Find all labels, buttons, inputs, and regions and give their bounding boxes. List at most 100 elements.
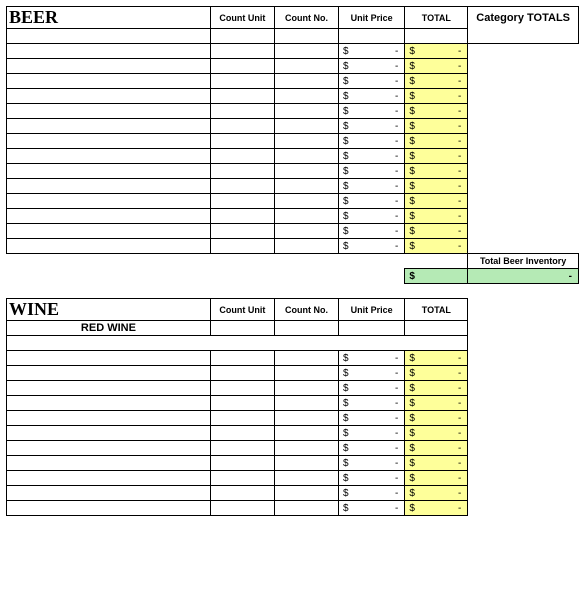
item-name-cell[interactable] — [7, 104, 211, 119]
count-no-cell[interactable] — [274, 396, 338, 411]
item-name-cell[interactable] — [7, 149, 211, 164]
item-name-cell[interactable] — [7, 411, 211, 426]
item-name-cell[interactable] — [7, 501, 211, 516]
unit-price-cell[interactable]: $- — [338, 59, 404, 74]
count-unit-cell[interactable] — [210, 396, 274, 411]
item-name-cell[interactable] — [7, 179, 211, 194]
count-no-cell[interactable] — [274, 471, 338, 486]
count-unit-cell[interactable] — [210, 381, 274, 396]
count-unit-cell[interactable] — [210, 134, 274, 149]
unit-price-cell[interactable]: $- — [338, 164, 404, 179]
item-name-cell[interactable] — [7, 426, 211, 441]
count-no-cell[interactable] — [274, 486, 338, 501]
count-no-cell[interactable] — [274, 426, 338, 441]
unit-price-cell[interactable]: $- — [338, 381, 404, 396]
item-name-cell[interactable] — [7, 209, 211, 224]
unit-price-cell[interactable]: $- — [338, 366, 404, 381]
count-unit-cell[interactable] — [210, 119, 274, 134]
count-unit-cell[interactable] — [210, 441, 274, 456]
count-unit-cell[interactable] — [210, 411, 274, 426]
unit-price-cell[interactable]: $- — [338, 486, 404, 501]
unit-price-cell[interactable]: $- — [338, 104, 404, 119]
unit-price-cell[interactable]: $- — [338, 471, 404, 486]
unit-price-cell[interactable]: $- — [338, 239, 404, 254]
count-no-cell[interactable] — [274, 74, 338, 89]
unit-price-cell[interactable]: $- — [338, 209, 404, 224]
unit-price-cell[interactable]: $- — [338, 134, 404, 149]
count-no-cell[interactable] — [274, 59, 338, 74]
item-name-cell[interactable] — [7, 164, 211, 179]
item-name-cell[interactable] — [7, 486, 211, 501]
count-no-cell[interactable] — [274, 104, 338, 119]
item-name-cell[interactable] — [7, 441, 211, 456]
count-no-cell[interactable] — [274, 381, 338, 396]
count-unit-cell[interactable] — [210, 179, 274, 194]
count-no-cell[interactable] — [274, 44, 338, 59]
count-unit-cell[interactable] — [210, 501, 274, 516]
unit-price-cell[interactable]: $- — [338, 456, 404, 471]
item-name-cell[interactable] — [7, 351, 211, 366]
count-unit-cell[interactable] — [210, 224, 274, 239]
count-no-cell[interactable] — [274, 239, 338, 254]
unit-price-cell[interactable]: $- — [338, 44, 404, 59]
unit-price-cell[interactable]: $- — [338, 89, 404, 104]
item-name-cell[interactable] — [7, 366, 211, 381]
count-no-cell[interactable] — [274, 134, 338, 149]
count-no-cell[interactable] — [274, 456, 338, 471]
count-unit-cell[interactable] — [210, 366, 274, 381]
count-no-cell[interactable] — [274, 149, 338, 164]
item-name-cell[interactable] — [7, 119, 211, 134]
unit-price-cell[interactable]: $- — [338, 179, 404, 194]
count-no-cell[interactable] — [274, 224, 338, 239]
item-name-cell[interactable] — [7, 396, 211, 411]
unit-price-cell[interactable]: $- — [338, 119, 404, 134]
unit-price-cell[interactable]: $- — [338, 224, 404, 239]
count-unit-cell[interactable] — [210, 486, 274, 501]
count-no-cell[interactable] — [274, 351, 338, 366]
count-no-cell[interactable] — [274, 194, 338, 209]
count-unit-cell[interactable] — [210, 456, 274, 471]
item-name-cell[interactable] — [7, 224, 211, 239]
count-no-cell[interactable] — [274, 501, 338, 516]
count-unit-cell[interactable] — [210, 471, 274, 486]
unit-price-cell[interactable]: $- — [338, 149, 404, 164]
count-no-cell[interactable] — [274, 209, 338, 224]
count-unit-cell[interactable] — [210, 149, 274, 164]
count-no-cell[interactable] — [274, 119, 338, 134]
count-unit-cell[interactable] — [210, 239, 274, 254]
unit-price-cell[interactable]: $- — [338, 441, 404, 456]
count-unit-cell[interactable] — [210, 59, 274, 74]
unit-price-cell[interactable]: $- — [338, 501, 404, 516]
item-name-cell[interactable] — [7, 456, 211, 471]
item-name-cell[interactable] — [7, 194, 211, 209]
count-unit-cell[interactable] — [210, 194, 274, 209]
item-name-cell[interactable] — [7, 89, 211, 104]
count-no-cell[interactable] — [274, 179, 338, 194]
unit-price-cell[interactable]: $- — [338, 396, 404, 411]
count-no-cell[interactable] — [274, 366, 338, 381]
unit-price-cell[interactable]: $- — [338, 426, 404, 441]
count-unit-cell[interactable] — [210, 426, 274, 441]
count-unit-cell[interactable] — [210, 351, 274, 366]
count-no-cell[interactable] — [274, 164, 338, 179]
count-no-cell[interactable] — [274, 411, 338, 426]
count-unit-cell[interactable] — [210, 74, 274, 89]
item-name-cell[interactable] — [7, 471, 211, 486]
item-name-cell[interactable] — [7, 59, 211, 74]
item-name-cell[interactable] — [7, 74, 211, 89]
item-name-cell[interactable] — [7, 44, 211, 59]
count-unit-cell[interactable] — [210, 104, 274, 119]
count-unit-cell[interactable] — [210, 209, 274, 224]
unit-price-cell[interactable]: $- — [338, 194, 404, 209]
unit-price-cell[interactable]: $- — [338, 411, 404, 426]
unit-price-cell[interactable]: $- — [338, 74, 404, 89]
unit-price-cell[interactable]: $- — [338, 351, 404, 366]
item-name-cell[interactable] — [7, 134, 211, 149]
count-unit-cell[interactable] — [210, 164, 274, 179]
count-unit-cell[interactable] — [210, 44, 274, 59]
item-name-cell[interactable] — [7, 381, 211, 396]
count-unit-cell[interactable] — [210, 89, 274, 104]
count-no-cell[interactable] — [274, 89, 338, 104]
item-name-cell[interactable] — [7, 239, 211, 254]
count-no-cell[interactable] — [274, 441, 338, 456]
